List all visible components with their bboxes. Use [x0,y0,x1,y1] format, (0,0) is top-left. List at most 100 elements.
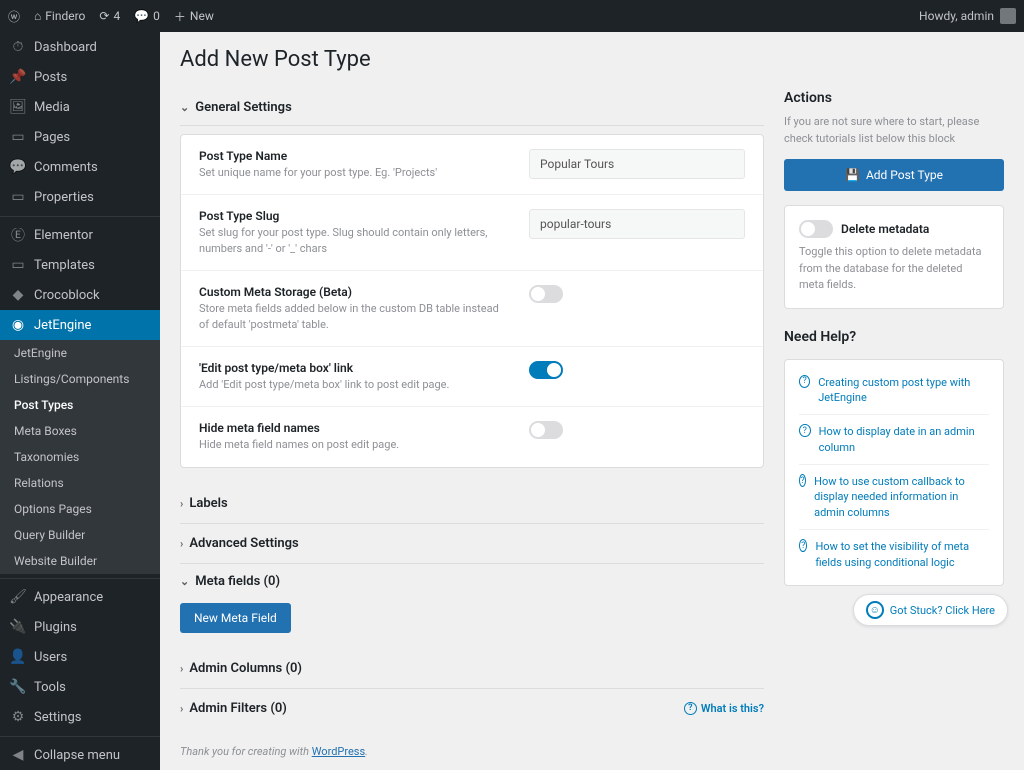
chevron-right-icon: › [180,497,183,510]
new-link[interactable]: ＋New [174,8,214,25]
collapse-icon: ◀ [10,747,26,763]
wordpress-icon: ⓦ [8,8,20,25]
submenu-jetengine[interactable]: JetEngine [0,340,160,366]
sidebar-submenu: JetEngine Listings/Components Post Types… [0,340,160,574]
field-editlink-label: 'Edit post type/meta box' link [199,361,509,375]
field-slug-label: Post Type Slug [199,209,509,223]
hide-meta-toggle[interactable] [529,421,563,439]
field-storage-desc: Store meta fields added below in the cus… [199,301,509,332]
got-stuck-button[interactable]: ☺ Got Stuck? Click Here [853,594,1008,626]
delete-metadata-toggle[interactable] [799,220,833,238]
field-editlink-desc: Add 'Edit post type/meta box' link to po… [199,377,509,392]
submenu-meta-boxes[interactable]: Meta Boxes [0,418,160,444]
chevron-right-icon: › [180,662,183,675]
sidebar-item-tools[interactable]: 🔧Tools [0,672,160,702]
field-slug-desc: Set slug for your post type. Slug should… [199,225,509,256]
field-storage-label: Custom Meta Storage (Beta) [199,285,509,299]
properties-icon: ▭ [10,189,26,205]
account-menu[interactable]: Howdy, admin [919,8,1016,24]
submenu-listings[interactable]: Listings/Components [0,366,160,392]
submenu-post-types[interactable]: Post Types [0,392,160,418]
sidebar-collapse[interactable]: ◀Collapse menu [0,736,160,770]
sidebar-item-crocoblock[interactable]: ◆Crocoblock [0,280,160,310]
section-meta-fields[interactable]: ⌄Meta fields (0) [180,564,764,599]
custom-meta-storage-toggle[interactable] [529,285,563,303]
page-title: Add New Post Type [180,47,1004,72]
field-hidemeta-label: Hide meta field names [199,421,509,435]
jetengine-icon: ◉ [10,317,26,333]
sidebar-item-comments[interactable]: 💬Comments [0,152,160,182]
updates-link[interactable]: ⟳4 [99,9,120,23]
field-name-label: Post Type Name [199,149,509,163]
help-link-3[interactable]: How to use custom callback to display ne… [814,474,989,520]
section-labels[interactable]: ›Labels [180,484,764,524]
question-icon: ? [799,424,811,437]
delete-metadata-desc: Toggle this option to delete metadata fr… [799,244,989,294]
delete-metadata-label: Delete metadata [841,222,929,236]
what-is-this-link[interactable]: ?What is this? [684,702,764,715]
question-icon: ? [684,702,697,715]
plugin-icon: 🔌 [10,619,26,635]
post-type-slug-input[interactable] [529,209,745,239]
comment-icon: 💬 [10,159,26,175]
sidebar-item-appearance[interactable]: 🖌Appearance [0,578,160,612]
plus-icon: ＋ [174,8,186,25]
sidebar-item-media[interactable]: 🖼Media [0,92,160,122]
avatar [1000,8,1016,24]
home-icon: ⌂ [34,9,41,23]
sidebar-item-users[interactable]: 👤Users [0,642,160,672]
post-type-name-input[interactable] [529,149,745,179]
submenu-options-pages[interactable]: Options Pages [0,496,160,522]
support-icon: ☺ [866,601,884,619]
actions-title: Actions [784,90,1004,106]
section-advanced-settings[interactable]: ›Advanced Settings [180,524,764,564]
sidebar-item-pages[interactable]: ▭Pages [0,122,160,152]
footer-credit: Thank you for creating with WordPress. [180,745,368,758]
save-icon: 💾 [845,168,860,182]
wp-logo[interactable]: ⓦ [8,8,20,25]
sidebar-item-posts[interactable]: 📌Posts [0,62,160,92]
site-link[interactable]: ⌂Findero [34,9,85,23]
page-icon: ▭ [10,129,26,145]
actions-desc: If you are not sure where to start, plea… [784,114,1004,147]
question-icon: ? [799,539,807,552]
field-name-desc: Set unique name for your post type. Eg. … [199,165,509,180]
sidebar-item-elementor[interactable]: ⒺElementor [0,216,160,250]
admin-sidebar: ⏱Dashboard 📌Posts 🖼Media ▭Pages 💬Comment… [0,32,160,770]
sidebar-item-plugins[interactable]: 🔌Plugins [0,612,160,642]
section-general-settings[interactable]: ⌄General Settings [180,90,764,126]
templates-icon: ▭ [10,257,26,273]
general-settings-panel: Post Type Name Set unique name for your … [180,134,764,468]
edit-link-toggle[interactable] [529,361,563,379]
submenu-website-builder[interactable]: Website Builder [0,548,160,574]
sidebar-item-templates[interactable]: ▭Templates [0,250,160,280]
submenu-taxonomies[interactable]: Taxonomies [0,444,160,470]
comment-icon: 💬 [134,9,149,23]
wordpress-link[interactable]: WordPress [312,745,365,758]
elementor-icon: Ⓔ [10,227,26,243]
user-icon: 👤 [10,649,26,665]
sidebar-item-jetengine[interactable]: ◉JetEngine [0,310,160,340]
help-link-2[interactable]: How to display date in an admin column [819,424,989,455]
section-admin-columns[interactable]: ›Admin Columns (0) [180,649,764,689]
new-meta-field-button[interactable]: New Meta Field [180,603,291,633]
submenu-query-builder[interactable]: Query Builder [0,522,160,548]
admin-topbar: ⓦ ⌂Findero ⟳4 💬0 ＋New Howdy, admin [0,0,1024,32]
question-icon: ? [799,474,806,487]
help-link-1[interactable]: Creating custom post type with JetEngine [818,375,989,406]
wrench-icon: 🔧 [10,679,26,695]
gear-icon: ⚙ [10,709,26,725]
chevron-down-icon: ⌄ [180,101,189,114]
chevron-right-icon: › [180,702,183,715]
help-link-4[interactable]: How to set the visibility of meta fields… [815,539,989,570]
section-admin-filters[interactable]: ›Admin Filters (0) ?What is this? [180,689,764,728]
sidebar-item-dashboard[interactable]: ⏱Dashboard [0,32,160,62]
sidebar-item-properties[interactable]: ▭Properties [0,182,160,212]
sidebar-item-settings[interactable]: ⚙Settings [0,702,160,732]
media-icon: 🖼 [10,99,26,115]
add-post-type-button[interactable]: 💾Add Post Type [784,159,1004,191]
main-content: Add New Post Type ⌄General Settings Post… [160,32,1024,770]
pin-icon: 📌 [10,69,26,85]
submenu-relations[interactable]: Relations [0,470,160,496]
comments-link[interactable]: 💬0 [134,9,160,23]
